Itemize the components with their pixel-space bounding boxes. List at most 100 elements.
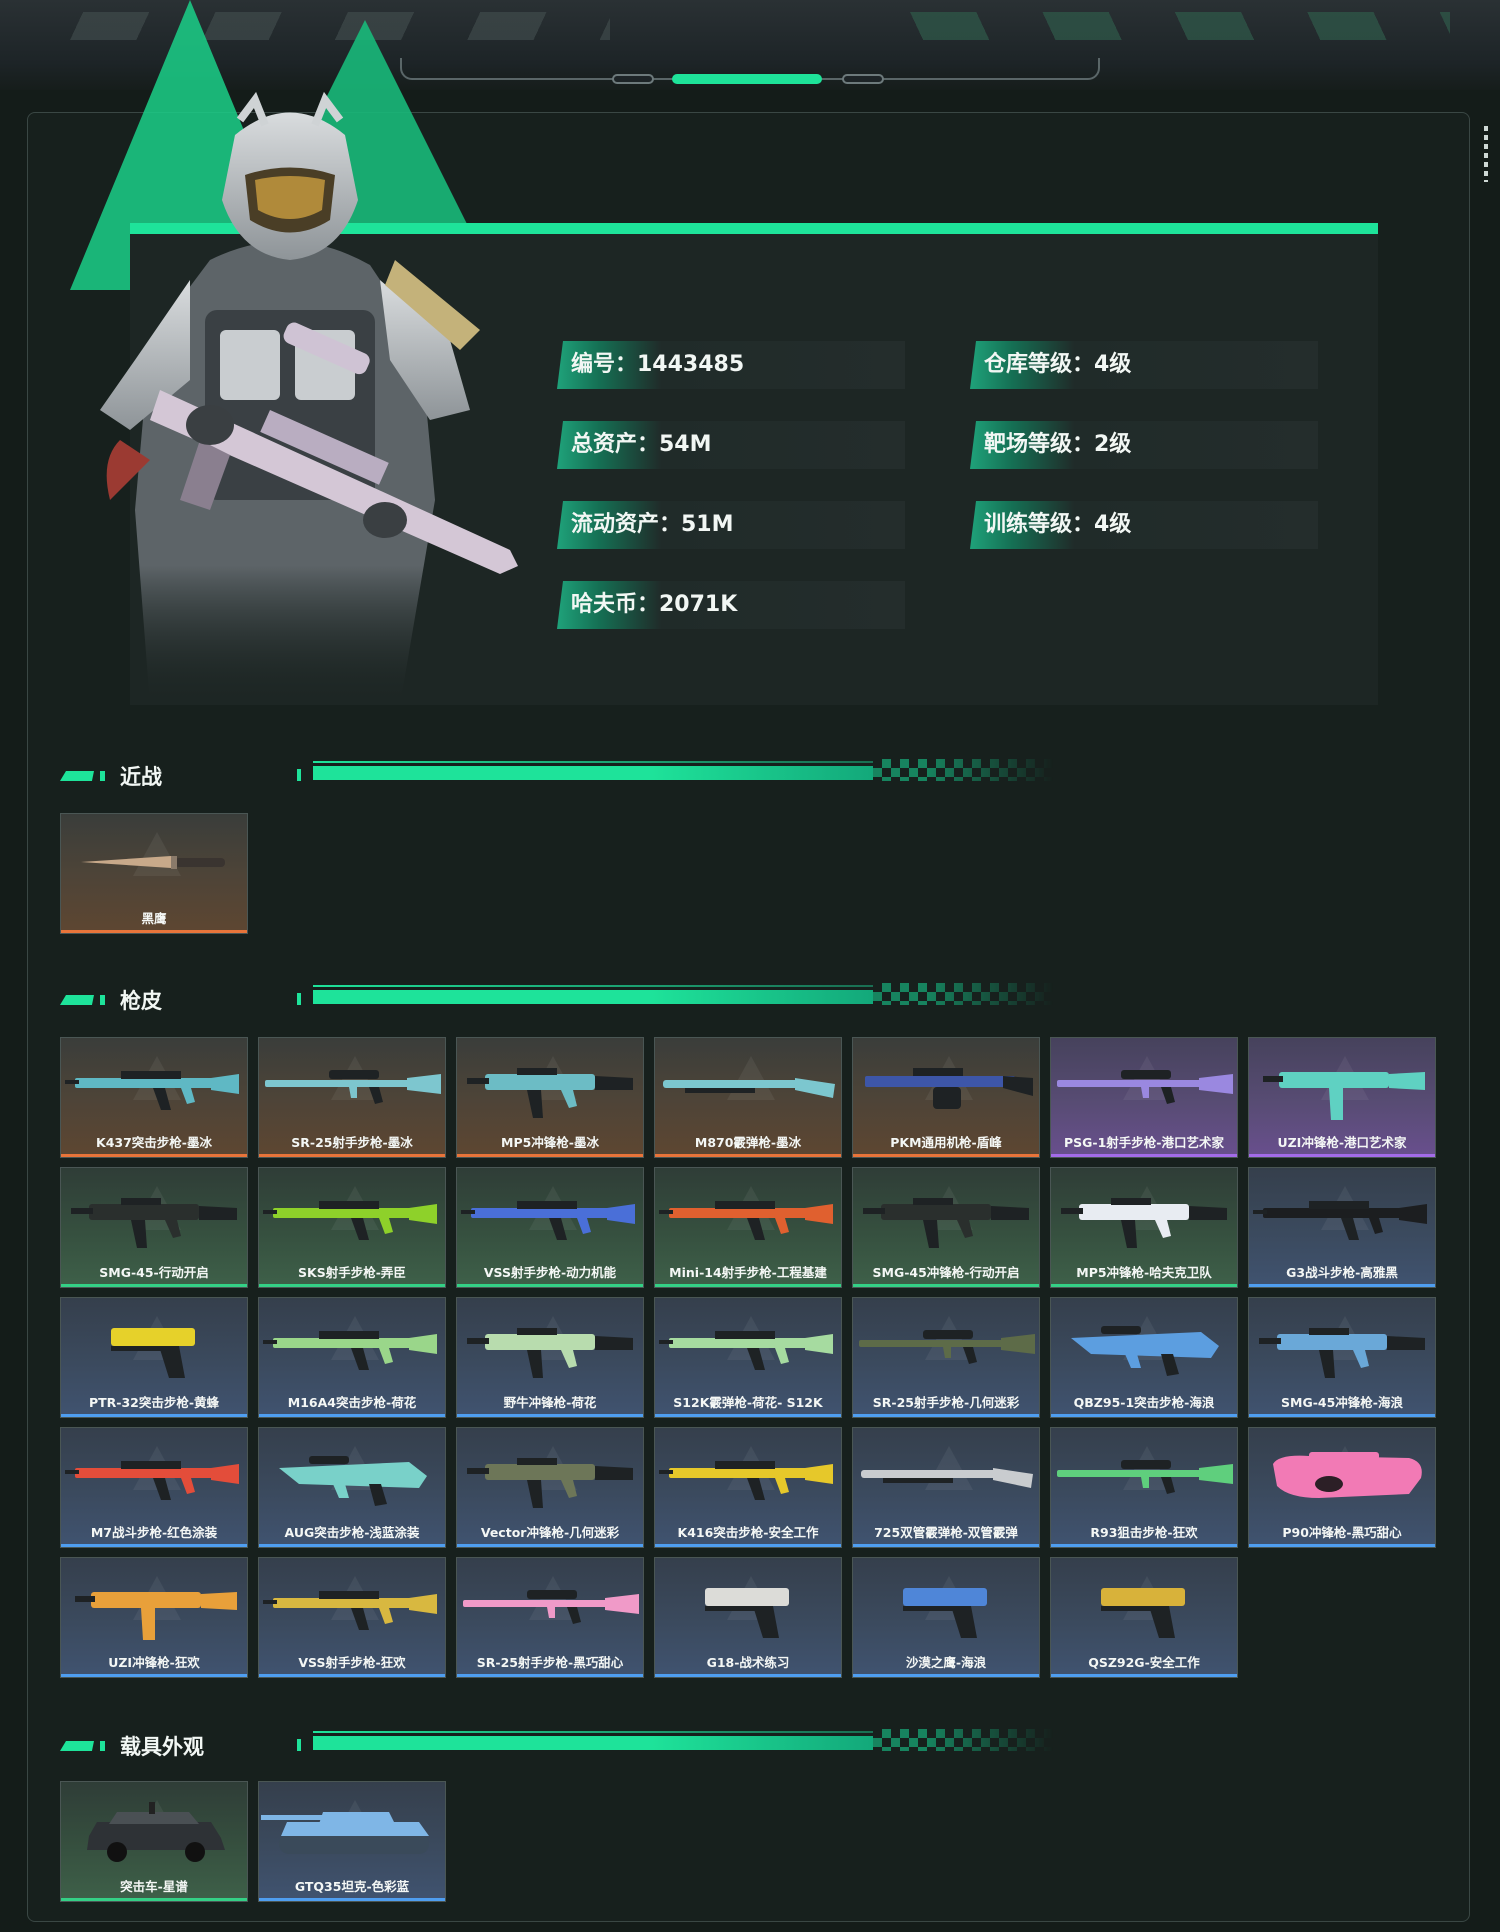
skins-item-tile[interactable]: Vector冲锋枪-几何迷彩 — [456, 1427, 644, 1548]
skins-item-tile[interactable]: MP5冲锋枪-哈夫克卫队 — [1050, 1167, 1238, 1288]
item-name: 黑鹰 — [141, 911, 167, 926]
stat-id-label: 编号：1443485 — [571, 352, 745, 377]
skins-item-tile[interactable]: SMG-45冲锋枪-行动开启 — [852, 1167, 1040, 1288]
section-header-vehicles: 载具外观 — [60, 1727, 1080, 1767]
item-name: SMG-45-行动开启 — [99, 1265, 209, 1280]
skins-item-tile[interactable]: K437突击步枪-墨冰 — [60, 1037, 248, 1158]
section-line — [313, 990, 873, 1004]
item-name: MP5冲锋枪-哈夫克卫队 — [1076, 1265, 1212, 1280]
skins-item-tile[interactable]: 野牛冲锋枪-荷花 — [456, 1297, 644, 1418]
knife-icon — [81, 856, 225, 869]
vehicles-item-tile[interactable]: 突击车-星谱 — [60, 1781, 248, 1902]
pistol-icon — [111, 1328, 195, 1378]
rifle-icon — [659, 1201, 833, 1240]
skins-item-tile[interactable]: VSS射手步枪-动力机能 — [456, 1167, 644, 1288]
item-name: SR-25射手步枪-墨冰 — [291, 1135, 413, 1150]
skins-item-tile[interactable]: SMG-45冲锋枪-海浪 — [1248, 1297, 1436, 1418]
skins-item-tile[interactable]: UZI冲锋枪-狂欢 — [60, 1557, 248, 1678]
section-mark — [60, 1741, 94, 1751]
skins-item-tile[interactable]: PTR-32突击步枪-黄蜂 — [60, 1297, 248, 1418]
sniper-icon — [463, 1590, 639, 1624]
skins-item-tile[interactable]: PKM通用机枪-盾峰 — [852, 1037, 1040, 1158]
item-name: P90冲锋枪-黑巧甜心 — [1282, 1525, 1402, 1540]
skins-item-tile[interactable]: M16A4突击步枪-荷花 — [258, 1297, 446, 1418]
car-icon — [87, 1802, 225, 1862]
pistol-icon — [705, 1588, 789, 1638]
item-name: PSG-1射手步枪-港口艺术家 — [1064, 1135, 1224, 1150]
stat-warehouse-level: 仓库等级：4级 — [970, 341, 1318, 389]
rifle-icon — [65, 1071, 239, 1110]
item-name: S12K霰弹枪-荷花- S12K — [673, 1395, 823, 1410]
skins-item-tile[interactable]: MP5冲锋枪-墨冰 — [456, 1037, 644, 1158]
stat-training-level: 训练等级：4级 — [970, 501, 1318, 549]
item-name: UZI冲锋枪-港口艺术家 — [1277, 1135, 1407, 1150]
skins-item-tile[interactable]: SR-25射手步枪-黑巧甜心 — [456, 1557, 644, 1678]
skins-item-tile[interactable]: UZI冲锋枪-港口艺术家 — [1248, 1037, 1436, 1158]
section-mark — [60, 771, 94, 781]
top-pill — [842, 74, 884, 84]
skins-item-tile[interactable]: SKS射手步枪-弄臣 — [258, 1167, 446, 1288]
skins-item-tile[interactable]: K416突击步枪-安全工作 — [654, 1427, 842, 1548]
stat-warehouse-level-label: 仓库等级：4级 — [984, 352, 1132, 377]
section-title-vehicles: 载具外观 — [120, 1735, 204, 1759]
bullpup-icon — [279, 1456, 427, 1506]
smg-icon — [1259, 1328, 1425, 1378]
stat-total-assets: 总资产：54M — [557, 421, 905, 469]
section-checker — [873, 983, 1053, 1005]
skins-item-tile[interactable]: G18-战术练习 — [654, 1557, 842, 1678]
smg-icon — [863, 1198, 1029, 1248]
skins-item-tile[interactable]: SR-25射手步枪-几何迷彩 — [852, 1297, 1040, 1418]
item-name: VSS射手步枪-狂欢 — [298, 1655, 406, 1670]
skins-item-tile[interactable]: M7战斗步枪-红色涂装 — [60, 1427, 248, 1548]
stat-total-assets-label: 总资产：54M — [571, 432, 712, 457]
section-line — [313, 766, 873, 780]
skins-item-tile[interactable]: SMG-45-行动开启 — [60, 1167, 248, 1288]
sniper-icon — [859, 1330, 1035, 1364]
item-name: Vector冲锋枪-几何迷彩 — [480, 1525, 620, 1540]
item-name: M16A4突击步枪-荷花 — [287, 1395, 417, 1410]
skins-item-tile[interactable]: SR-25射手步枪-墨冰 — [258, 1037, 446, 1158]
pistol-icon — [1101, 1588, 1185, 1638]
skins-item-tile[interactable]: R93狙击步枪-狂欢 — [1050, 1427, 1238, 1548]
vehicles-item-tile[interactable]: GTQ35坦克-色彩蓝 — [258, 1781, 446, 1902]
item-name: PKM通用机枪-盾峰 — [890, 1135, 1002, 1150]
skins-item-tile[interactable]: 沙漠之鹰-海浪 — [852, 1557, 1040, 1678]
item-name: GTQ35坦克-色彩蓝 — [294, 1879, 410, 1894]
sniper-icon — [265, 1070, 441, 1104]
stat-liquid-assets: 流动资产：51M — [557, 501, 905, 549]
skins-item-tile[interactable]: QSZ92G-安全工作 — [1050, 1557, 1238, 1678]
bullpup-icon — [1071, 1326, 1219, 1376]
skins-item-tile[interactable]: S12K霰弹枪-荷花- S12K — [654, 1297, 842, 1418]
smg-icon — [467, 1458, 633, 1508]
skins-item-tile[interactable]: M870霰弹枪-墨冰 — [654, 1037, 842, 1158]
skins-item-tile[interactable]: VSS射手步枪-狂欢 — [258, 1557, 446, 1678]
skins-item-tile[interactable]: G3战斗步枪-高雅黑 — [1248, 1167, 1436, 1288]
rifle-icon — [65, 1461, 239, 1500]
rifle-icon — [263, 1331, 437, 1370]
rifle-icon — [659, 1461, 833, 1500]
item-name: PTR-32突击步枪-黄蜂 — [88, 1395, 220, 1410]
skins-item-tile[interactable]: QBZ95-1突击步枪-海浪 — [1050, 1297, 1238, 1418]
item-name: MP5冲锋枪-墨冰 — [501, 1135, 599, 1150]
section-line-thin — [313, 1731, 873, 1733]
section-title-skins: 枪皮 — [120, 989, 162, 1013]
rifle-icon — [263, 1591, 437, 1630]
stat-range-level-label: 靶场等级：2级 — [984, 432, 1132, 457]
melee-item-tile[interactable]: 黑鹰 — [60, 813, 248, 934]
section-line-thin — [313, 761, 873, 763]
item-name: G18-战术练习 — [706, 1655, 790, 1670]
skins-item-tile[interactable]: Mini-14射手步枪-工程基建 — [654, 1167, 842, 1288]
item-name: VSS射手步枪-动力机能 — [483, 1265, 617, 1280]
skins-item-tile[interactable]: P90冲锋枪-黑巧甜心 — [1248, 1427, 1436, 1548]
section-line-tick — [297, 769, 301, 781]
skins-item-tile[interactable]: AUG突击步枪-浅蓝涂装 — [258, 1427, 446, 1548]
item-name: UZI冲锋枪-狂欢 — [108, 1655, 200, 1670]
skins-item-tile[interactable]: PSG-1射手步枪-港口艺术家 — [1050, 1037, 1238, 1158]
item-name: 突击车-星谱 — [120, 1879, 188, 1894]
item-name: AUG突击步枪-浅蓝涂装 — [284, 1525, 420, 1540]
item-name: QSZ92G-安全工作 — [1088, 1655, 1200, 1670]
shotgun-icon — [663, 1078, 835, 1098]
skins-item-tile[interactable]: 725双管霰弹枪-双管霰弹 — [852, 1427, 1040, 1548]
scroll-indicator — [1484, 126, 1488, 182]
uzi-icon — [1263, 1072, 1425, 1120]
